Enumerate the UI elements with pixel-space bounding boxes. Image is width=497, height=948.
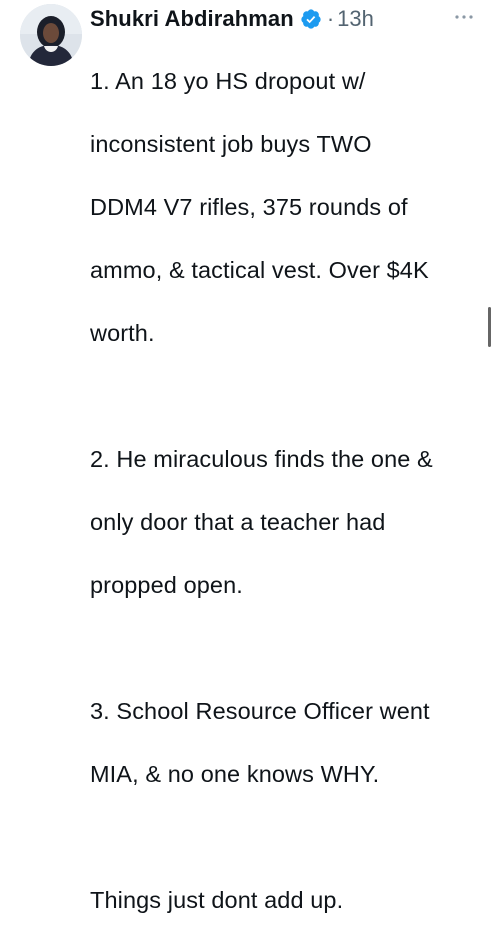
separator-dot: · [326, 6, 335, 31]
tweet-line: DDM4 V7 rifles, 375 rounds of [90, 193, 408, 220]
tweet-line: 2. He miraculous finds the one & [90, 445, 433, 472]
tweet-line: inconsistent job buys TWO [90, 130, 372, 157]
author-name[interactable]: Shukri Abdirahman [90, 6, 294, 32]
tweet-header: Shukri Abdirahman · 13h [90, 2, 374, 36]
scrollbar-thumb[interactable] [488, 307, 491, 347]
more-dots-icon[interactable] [451, 8, 477, 26]
tweet-line: 1. An 18 yo HS dropout w/ [90, 67, 366, 94]
timestamp[interactable]: 13h [337, 6, 374, 32]
tweet-line: propped open. [90, 571, 243, 598]
tweet-line: worth. [90, 319, 155, 346]
tweet-line: 3. School Resource Officer went [90, 697, 430, 724]
tweet[interactable]: Shukri Abdirahman · 13h 1. An 18 yo HS d… [0, 0, 497, 913]
tweet-line: Things just dont add up. [90, 886, 344, 913]
avatar[interactable] [20, 4, 82, 66]
verified-badge-icon [300, 8, 322, 30]
tweet-line: only door that a teacher had [90, 508, 386, 535]
tweet-line: ammo, & tactical vest. Over $4K [90, 256, 429, 283]
tweet-text: 1. An 18 yo HS dropout w/ inconsistent j… [90, 34, 485, 948]
tweet-line: MIA, & no one knows WHY. [90, 760, 380, 787]
avatar-photo [20, 4, 82, 66]
